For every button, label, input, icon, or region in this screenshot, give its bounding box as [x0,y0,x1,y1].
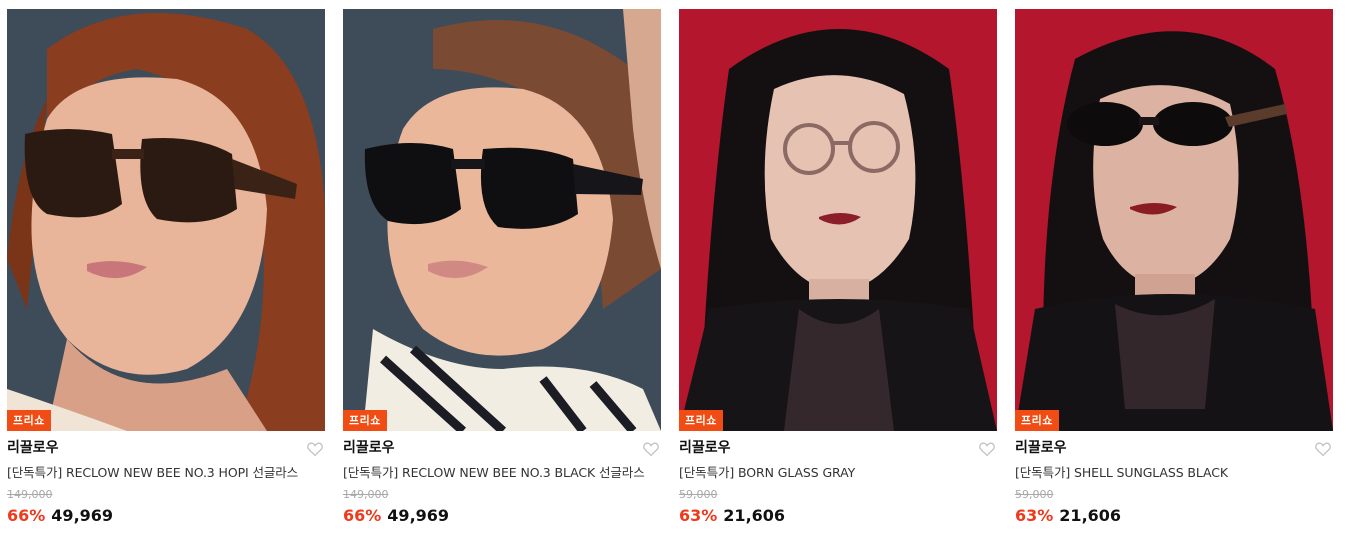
product-image[interactable]: 프리쇼 [343,9,661,431]
discount-rate: 66% [343,506,382,525]
badge-preshow: 프리쇼 [679,410,723,431]
heart-icon[interactable] [978,440,996,458]
product-card[interactable]: 프리쇼 리끌로우 [단독특가] SHELL SUNGLASS BLACK 59,… [1015,9,1333,539]
original-price: 59,000 [679,488,718,501]
product-card[interactable]: 프리쇼 리끌로우 [단독특가] BORN GLASS GRAY 59,000 6… [679,9,997,539]
brand-row: 리끌로우 [7,438,325,460]
sale-price: 49,969 [51,506,114,525]
badge-preshow: 프리쇼 [7,410,51,431]
product-name[interactable]: [단독특가] SHELL SUNGLASS BLACK [1015,464,1333,481]
product-name[interactable]: [단독특가] BORN GLASS GRAY [679,464,997,481]
brand-name[interactable]: 리끌로우 [343,438,661,458]
heart-icon[interactable] [306,440,324,458]
sale-price: 21,606 [1059,506,1122,525]
brand-row: 리끌로우 [1015,438,1333,460]
badge-preshow: 프리쇼 [343,410,387,431]
product-image[interactable]: 프리쇼 [7,9,325,431]
product-name[interactable]: [단독특가] RECLOW NEW BEE NO.3 HOPI 선글라스 [7,464,325,481]
badge-preshow: 프리쇼 [1015,410,1059,431]
price-row: 63% 21,606 [1015,505,1333,527]
brand-name[interactable]: 리끌로우 [679,438,997,458]
product-grid: 프리쇼 리끌로우 [단독특가] RECLOW NEW BEE NO.3 HOPI… [0,0,1346,543]
brand-row: 리끌로우 [343,438,661,460]
product-info: 리끌로우 [단독특가] BORN GLASS GRAY 59,000 63% 21… [679,431,997,527]
original-price: 59,000 [1015,488,1054,501]
product-info: 리끌로우 [단독특가] RECLOW NEW BEE NO.3 HOPI 선글라… [7,431,325,527]
product-card[interactable]: 프리쇼 리끌로우 [단독특가] RECLOW NEW BEE NO.3 HOPI… [7,9,325,539]
brand-name[interactable]: 리끌로우 [1015,438,1333,458]
discount-rate: 63% [679,506,718,525]
product-photo [343,9,661,431]
price-row: 66% 49,969 [343,505,661,527]
discount-rate: 66% [7,506,46,525]
discount-rate: 63% [1015,506,1054,525]
product-photo [679,9,997,431]
brand-name[interactable]: 리끌로우 [7,438,325,458]
sale-price: 49,969 [387,506,450,525]
product-card[interactable]: 프리쇼 리끌로우 [단독특가] RECLOW NEW BEE NO.3 BLAC… [343,9,661,539]
product-photo [1015,9,1333,431]
price-row: 66% 49,969 [7,505,325,527]
original-price: 149,000 [7,488,53,501]
product-image[interactable]: 프리쇼 [1015,9,1333,431]
original-price: 149,000 [343,488,389,501]
brand-row: 리끌로우 [679,438,997,460]
product-name[interactable]: [단독특가] RECLOW NEW BEE NO.3 BLACK 선글라스 [343,464,661,481]
heart-icon[interactable] [642,440,660,458]
price-row: 63% 21,606 [679,505,997,527]
product-photo [7,9,325,431]
product-image[interactable]: 프리쇼 [679,9,997,431]
heart-icon[interactable] [1314,440,1332,458]
product-info: 리끌로우 [단독특가] RECLOW NEW BEE NO.3 BLACK 선글… [343,431,661,527]
product-info: 리끌로우 [단독특가] SHELL SUNGLASS BLACK 59,000 … [1015,431,1333,527]
sale-price: 21,606 [723,506,786,525]
